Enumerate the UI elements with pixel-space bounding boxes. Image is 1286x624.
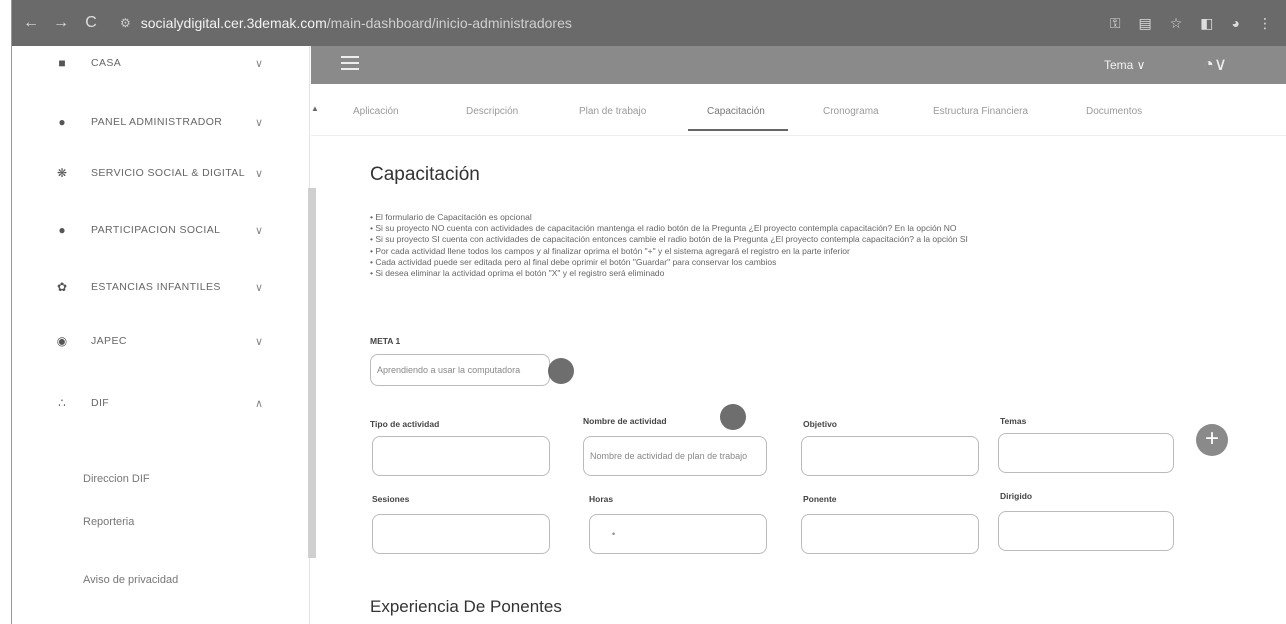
chevron-up-icon: ∧ <box>255 397 264 410</box>
chevron-down-icon: ∨ <box>255 116 264 129</box>
tab-plan-de-trabajo[interactable]: Plan de trabajo <box>579 106 646 117</box>
page-title: Capacitación <box>370 164 480 185</box>
temas-input[interactable] <box>998 433 1174 473</box>
menu-icon[interactable]: ⋮ <box>1258 15 1272 32</box>
ponente-input[interactable] <box>801 514 979 554</box>
sidebar-item-label: ESTANCIAS INFANTILES <box>91 281 221 293</box>
window-left-edge <box>0 0 12 624</box>
instruction-item: Cada actividad puede ser editada pero al… <box>370 257 1250 268</box>
add-activity-button[interactable]: + <box>1196 424 1228 456</box>
nombre-actividad-label: Nombre de actividad <box>583 416 667 426</box>
app-header: Tema ∨ ◔∨ <box>311 46 1286 84</box>
star-icon[interactable]: ☆ <box>1170 15 1183 32</box>
sidebar-item-participacion-social[interactable]: ● PARTICIPACION SOCIAL ∨ <box>13 215 310 245</box>
instruction-item: El formulario de Capacitación es opciona… <box>370 212 1250 223</box>
sidebar-item-label: JAPEC <box>91 335 127 347</box>
sidebar-item-servicio-social[interactable]: ❋ SERVICIO SOCIAL & DIGITAL ∨ <box>13 158 310 188</box>
url-domain: socialydigital.cer.3demak.com <box>140 15 327 31</box>
cursor-hand-icon <box>548 358 574 384</box>
sidebar: ■ CASA ∨ ● PANEL ADMINISTRADOR ∨ ❋ SERVI… <box>13 46 319 624</box>
tab-descripcion[interactable]: Descripción <box>466 106 518 117</box>
chevron-down-icon: ∨ <box>255 167 264 180</box>
sidebar-item-casa[interactable]: ■ CASA ∨ <box>13 48 310 78</box>
site-settings-icon[interactable]: ⚙ <box>120 16 131 30</box>
globe-icon: ◉ <box>56 334 68 348</box>
sidebar-scrollbar[interactable] <box>308 188 316 558</box>
tipo-actividad-input[interactable] <box>372 436 550 476</box>
sesiones-label: Sesiones <box>372 494 410 504</box>
user-account-icon[interactable]: ◔∨ <box>1203 54 1227 75</box>
address-bar[interactable]: ⚙ socialydigital.cer.3demak.com/main-das… <box>120 15 572 31</box>
hamburger-icon[interactable] <box>341 56 359 72</box>
sidebar-item-label: DIF <box>91 397 110 409</box>
instructions-list: El formulario de Capacitación es opciona… <box>370 212 1250 279</box>
sidebar-item-estancias-infantiles[interactable]: ✿ ESTANCIAS INFANTILES ∨ <box>13 272 310 302</box>
horas-label: Horas <box>589 494 614 504</box>
form-tabs: Aplicación Descripción Plan de trabajo C… <box>311 84 1286 136</box>
tab-documentos[interactable]: Documentos <box>1086 106 1142 117</box>
instruction-item: Si desea eliminar la actividad oprima el… <box>370 268 1250 279</box>
meta-label: META 1 <box>370 336 401 346</box>
back-icon[interactable]: ← <box>20 12 42 34</box>
sidebar-item-japec[interactable]: ◉ JAPEC ∨ <box>13 326 310 356</box>
temas-label: Temas <box>1000 416 1027 426</box>
sidebar-subitem-aviso-privacidad[interactable]: Aviso de privacidad <box>83 574 178 586</box>
dirigido-input[interactable] <box>998 511 1174 551</box>
flower-icon: ✿ <box>56 280 68 294</box>
objetivo-input[interactable] <box>801 436 979 476</box>
key-icon[interactable]: ⚿ <box>1110 15 1121 32</box>
dirigido-label: Dirigido <box>1000 491 1033 501</box>
tipo-actividad-label: Tipo de actividad <box>370 419 440 429</box>
forward-icon[interactable]: → <box>50 12 72 34</box>
chevron-down-icon: ∨ <box>255 335 264 348</box>
instruction-item: Por cada actividad llene todos los campo… <box>370 246 1250 257</box>
browser-toolbar: ← → C ⚙ socialydigital.cer.3demak.com/ma… <box>12 0 1286 46</box>
reload-icon[interactable]: C <box>80 12 102 34</box>
sidebar-item-label: SERVICIO SOCIAL & DIGITAL <box>91 167 245 179</box>
chevron-down-icon: ∨ <box>255 224 264 237</box>
objetivo-label: Objetivo <box>803 419 838 429</box>
browser-actions: ⚿ ▤ ☆ ◧ ◕ ⋮ <box>1110 15 1272 32</box>
profile-icon[interactable]: ◕ <box>1232 15 1240 31</box>
active-tab-indicator <box>688 129 788 131</box>
home-icon: ■ <box>58 56 66 70</box>
tab-cronograma[interactable]: Cronograma <box>823 106 879 117</box>
sidebar-item-dif[interactable]: ∴ DIF ∧ <box>13 388 310 418</box>
sidebar-item-label: CASA <box>91 57 122 69</box>
meta-select[interactable]: Aprendiendo a usar la computadora <box>370 354 550 386</box>
url-path: /main-dashboard/inicio-administradores <box>326 15 572 31</box>
ponente-label: Ponente <box>803 494 837 504</box>
dots-icon: ∴ <box>58 396 66 410</box>
instruction-item: Si su proyecto SI cuenta con actividades… <box>370 234 1250 245</box>
sidebar-item-panel-administrador[interactable]: ● PANEL ADMINISTRADOR ∨ <box>13 107 310 137</box>
sidebar-item-label: PANEL ADMINISTRADOR <box>91 116 223 128</box>
chevron-down-icon: ∨ <box>255 57 264 70</box>
tema-button[interactable]: Tema ∨ <box>1104 58 1145 72</box>
tab-aplicacion[interactable]: Aplicación <box>353 106 399 117</box>
user-circle-icon: ● <box>58 115 66 129</box>
cursor-hand-icon <box>720 404 746 430</box>
translate-icon[interactable]: ▤ <box>1139 15 1152 32</box>
sidebar-icon[interactable]: ◧ <box>1200 15 1213 32</box>
horas-input[interactable]: • <box>589 514 767 554</box>
tab-capacitacion[interactable]: Capacitación <box>707 106 765 117</box>
sesiones-input[interactable] <box>372 514 550 554</box>
dot-icon: ● <box>58 223 66 237</box>
sidebar-subitem-reporteria[interactable]: Reporteria <box>83 516 134 528</box>
sidebar-item-label: PARTICIPACION SOCIAL <box>91 224 221 236</box>
nombre-actividad-input[interactable]: Nombre de actividad de plan de trabajo <box>583 436 767 476</box>
tab-estructura-financiera[interactable]: Estructura Financiera <box>933 106 1028 117</box>
sidebar-subitem-direccion-dif[interactable]: Direccion DIF <box>83 473 150 485</box>
instruction-item: Si su proyecto NO cuenta con actividades… <box>370 223 1250 234</box>
section-title-experiencia: Experiencia De Ponentes <box>370 597 562 616</box>
chevron-down-icon: ∨ <box>255 281 264 294</box>
gear-icon: ❋ <box>56 166 68 180</box>
